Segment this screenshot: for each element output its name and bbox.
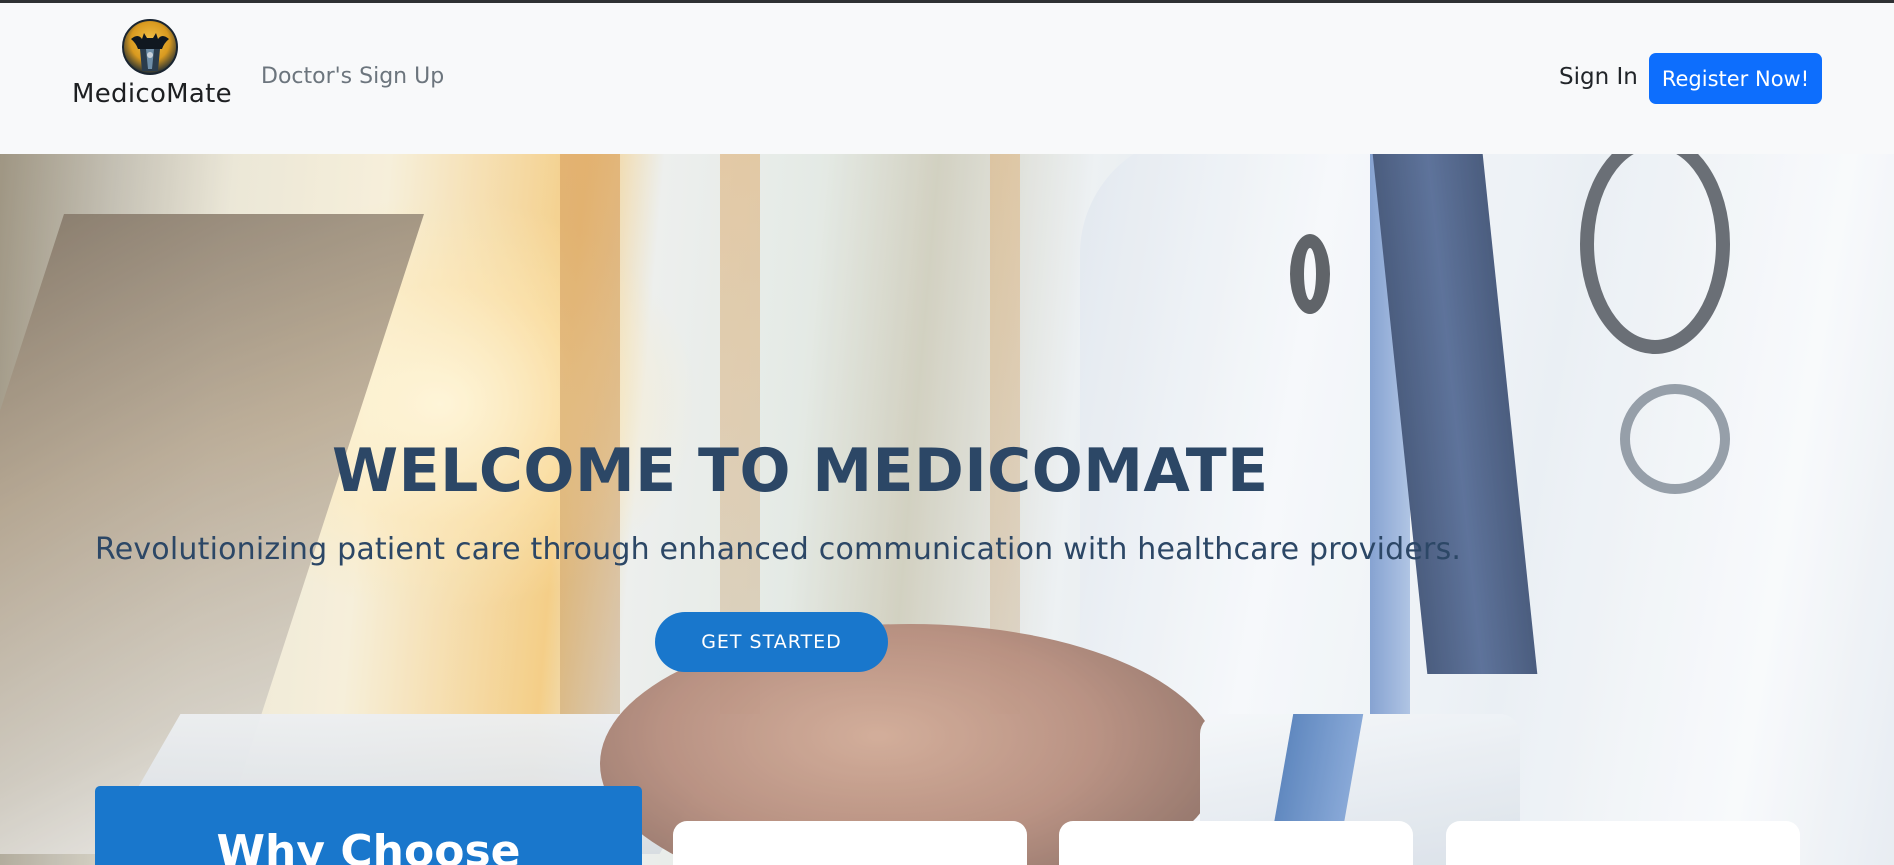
register-button[interactable]: Register Now! [1649,53,1822,104]
hero-section: WELCOME TO MEDICOMATE Revolutionizing pa… [0,154,1894,865]
hero-title: WELCOME TO MEDICOMATE [332,436,1269,506]
doctor-signup-link[interactable]: Doctor's Sign Up [261,64,444,89]
why-choose-title: Why Choose [216,826,521,865]
signin-link[interactable]: Sign In [1559,64,1638,90]
brand-link[interactable]: MedicoMate [62,19,242,119]
feature-card-3 [1446,821,1800,865]
brand-name: MedicoMate [72,79,232,109]
why-choose-box: Why Choose [95,786,642,865]
get-started-button[interactable]: GET STARTED [655,612,888,672]
feature-card-1 [673,821,1027,865]
brand-logo-icon [122,19,178,75]
feature-card-2 [1059,821,1413,865]
navbar: MedicoMate Doctor's Sign Up Sign In Regi… [0,3,1894,154]
hero-subtitle: Revolutionizing patient care through enh… [95,532,1462,567]
hero-overlay [0,154,1894,865]
